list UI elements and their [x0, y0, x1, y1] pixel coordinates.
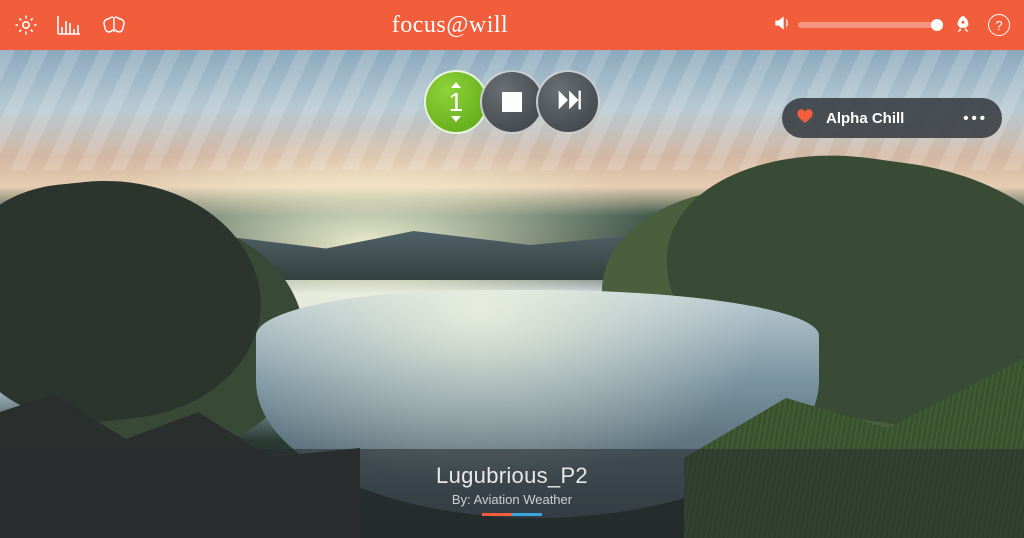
bg-hill-left: [0, 165, 272, 435]
channel-menu-icon[interactable]: •••: [963, 110, 988, 127]
volume-slider[interactable]: [798, 22, 938, 28]
brain-icon[interactable]: [100, 13, 128, 37]
energy-level-button[interactable]: 1: [424, 70, 488, 134]
stop-button[interactable]: [480, 70, 544, 134]
settings-icon[interactable]: [14, 13, 38, 37]
now-playing-bar: Lugubrious_P2 By: Aviation Weather: [0, 449, 1024, 538]
player-controls: 1: [428, 70, 596, 134]
app-root: focus@will ?: [0, 0, 1024, 538]
top-bar-right: ?: [772, 13, 1010, 38]
help-icon[interactable]: ?: [988, 14, 1010, 36]
channel-pill[interactable]: Alpha Chill •••: [782, 98, 1002, 138]
heart-icon[interactable]: [796, 107, 814, 129]
artist-name: Aviation Weather: [474, 492, 573, 507]
top-bar-left: [14, 13, 128, 37]
energy-level-value: 1: [449, 89, 463, 115]
accent-underline: [0, 513, 1024, 516]
track-title: Lugubrious_P2: [0, 463, 1024, 489]
brand-logo: focus@will: [128, 12, 772, 39]
stats-icon[interactable]: [56, 13, 82, 37]
skip-forward-icon: [554, 86, 582, 119]
artist-prefix: By:: [452, 492, 474, 507]
stop-icon: [502, 92, 522, 112]
top-bar: focus@will ?: [0, 0, 1024, 50]
track-artist: By: Aviation Weather: [0, 492, 1024, 507]
volume-icon: [772, 13, 792, 38]
volume-control[interactable]: [772, 13, 938, 38]
skip-button[interactable]: [536, 70, 600, 134]
rocket-icon[interactable]: [952, 14, 974, 36]
channel-name: Alpha Chill: [826, 110, 904, 127]
chevron-down-icon: [451, 116, 461, 122]
